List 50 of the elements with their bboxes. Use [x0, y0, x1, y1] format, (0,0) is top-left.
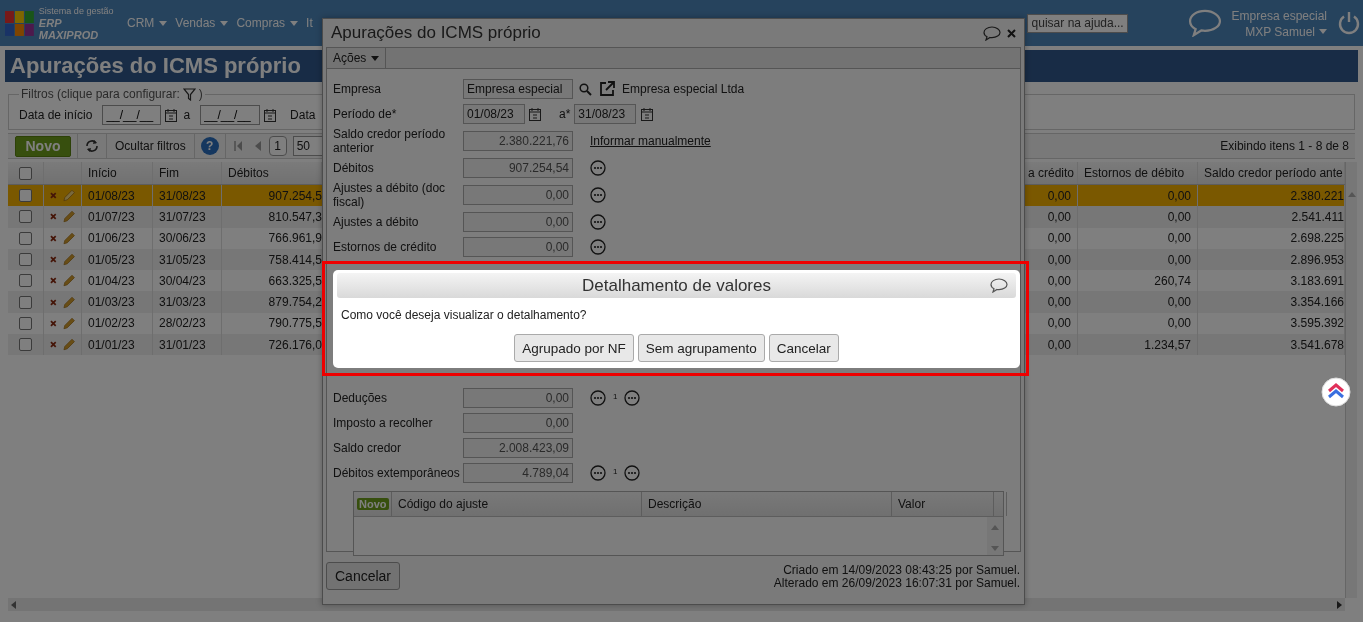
dialog-title: Apurações do ICMS próprio: [331, 23, 541, 43]
table-cell: 31/03/23: [153, 291, 222, 313]
table-cell: 01/07/23: [82, 206, 153, 228]
table-cell: 01/03/23: [82, 291, 153, 313]
table-cell-text: 907.254,5: [267, 187, 322, 205]
field-label: Imposto a recolher: [333, 416, 434, 430]
modified-info: Alterado em 26/09/2023 16:07:31 por Samuel.: [773, 577, 1020, 590]
table-cell: 01/05/23: [82, 248, 153, 271]
table-cell: 31/05/23: [153, 248, 222, 271]
item-count: Exibindo itens 1 - 8 de 8: [1220, 139, 1349, 153]
field-label: a: [183, 108, 191, 122]
company-name: Empresa especial: [1231, 7, 1327, 25]
dialog-question: Como você deseja visualizar o detalhamento?: [341, 308, 588, 322]
field-label: Débitos: [333, 161, 375, 175]
table-cell: 01/01/23: [82, 334, 153, 356]
field-label: Período de*: [333, 107, 398, 121]
table-cell-text: 810.547,3: [267, 208, 322, 226]
field-label: Data de início: [19, 108, 93, 122]
field-label: Saldo credor: [333, 441, 403, 455]
field-label: Saldo credor período anterior: [333, 127, 447, 155]
table-cell-text: 758.414,5: [267, 251, 322, 269]
table-cell-text: 790.775,5: [267, 315, 322, 333]
table-cell: 01/06/23: [82, 227, 153, 249]
table-cell: 0,00: [1078, 291, 1198, 313]
field-label: Deduções: [333, 391, 389, 405]
created-info: Criado em 14/09/2023 08:43:25 por Samuel.: [782, 564, 1020, 577]
table-cell-text: 766.961,9: [267, 230, 322, 248]
logo-name: ERP MAXIPROD: [38, 16, 100, 41]
table-cell-text: 879.754,2: [267, 294, 322, 312]
table-cell: 0,00: [1078, 248, 1198, 271]
table-cell-text: 726.176,0: [267, 336, 322, 354]
field-label: Ajustes a débito: [333, 215, 420, 229]
table-cell: 0,00: [1078, 206, 1198, 228]
field-label: Débitos extemporâneos: [333, 466, 461, 480]
footnote-mark: 1: [613, 467, 618, 476]
field-label: Empresa: [333, 82, 383, 96]
legend-text: ): [198, 87, 203, 101]
field-label: a*: [559, 107, 571, 121]
logo-subtitle: Sistema de gestão: [38, 5, 115, 17]
field-label: Estornos de crédito: [333, 240, 438, 254]
company-name: Empresa especial Ltda: [622, 82, 745, 96]
table-cell: 1.234,57: [1078, 334, 1198, 356]
table-cell: 31/01/23: [153, 334, 222, 356]
field-label: Data: [290, 108, 316, 122]
field-label: Ajustes a débito (doc fiscal): [333, 181, 447, 209]
table-cell: 30/06/23: [153, 227, 222, 249]
table-cell: 0,00: [1078, 227, 1198, 249]
table-cell-text: 663.325,5: [267, 272, 322, 290]
table-cell: 31/07/23: [153, 206, 222, 228]
footnote-mark: 1: [613, 392, 618, 401]
